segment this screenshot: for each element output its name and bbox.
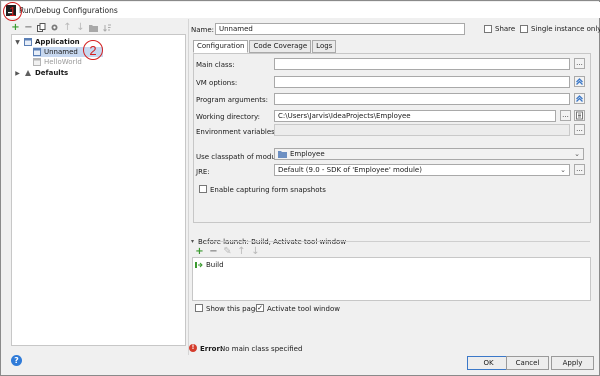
jre-select[interactable]: Default (9.0 - SDK of 'Employee' module)… [274,164,570,176]
build-icon [195,262,203,268]
tree-node-defaults[interactable]: ▶ Defaults [14,68,68,78]
share-checkbox[interactable] [484,25,492,33]
application-icon [24,38,32,46]
annotation-marker-1: 1 [3,2,22,21]
apply-button[interactable]: Apply [551,356,594,370]
before-launch-list[interactable]: Build [192,257,591,301]
configurations-tree[interactable]: ▼ Application Unnamed HelloWorld ▶ Defau… [11,34,186,346]
chevron-down-icon[interactable]: ⌄ [560,166,566,175]
settings-icon[interactable] [49,22,60,33]
chevron-down-icon[interactable]: ▼ [14,39,21,46]
configuration-icon [33,58,41,66]
working-directory-label: Working directory: [196,113,260,121]
tree-label-defaults: Defaults [35,69,69,77]
name-label: Name: [191,26,215,34]
main-class-browse-button[interactable]: ... [574,58,585,69]
classpath-module-label: Use classpath of module: [196,153,285,161]
main-class-label: Main class: [196,61,235,69]
classpath-module-select[interactable]: Employee ⌄ [274,148,584,160]
jre-label: JRE: [196,168,210,176]
working-directory-field[interactable]: C:\Users\Jarvis\IdeaProjects\Employee [274,110,556,122]
jre-browse-button[interactable]: ... [574,164,585,175]
show-page-label: Show this page [206,305,260,313]
tab-code-coverage[interactable]: Code Coverage [249,40,312,53]
move-up-icon[interactable]: ↑ [236,247,247,258]
before-launch-item-build[interactable]: Build [195,260,224,270]
copy-icon[interactable] [36,22,47,33]
main-class-field[interactable] [274,58,570,70]
environment-variables-label: Environment variables: [196,128,278,136]
error-icon: ! [189,344,197,352]
insert-macro-icon[interactable] [574,110,585,121]
environment-variables-browse-button[interactable]: ... [574,124,585,135]
chevron-down-icon[interactable]: ⌄ [574,150,580,159]
expand-field-icon[interactable] [574,76,585,87]
tree-label-helloworld: HelloWorld [44,58,82,66]
configurations-toolbar: + − ↑ ↓ [10,21,112,34]
remove-icon[interactable]: − [208,247,219,258]
configuration-icon [33,48,41,56]
move-up-icon[interactable]: ↑ [62,22,73,33]
section-separator [204,241,590,242]
tree-label-unnamed: Unnamed [44,48,78,56]
program-arguments-field[interactable] [274,93,570,105]
tab-strip: Configuration Code Coverage Logs [193,40,337,53]
working-directory-browse-button[interactable]: ... [560,110,571,121]
vm-options-label: VM options: [196,79,238,87]
move-down-icon[interactable]: ↓ [250,247,261,258]
expand-field-icon[interactable] [574,93,585,104]
single-instance-checkbox[interactable] [520,25,528,33]
error-message: No main class specified [220,345,303,353]
run-debug-configurations-dialog: Run/Debug Configurations 1 + − ↑ ↓ ▼ App… [0,0,600,376]
enable-snapshots-label: Enable capturing form snapshots [210,186,326,194]
chevron-right-icon[interactable]: ▶ [14,70,21,77]
jre-value: Default (9.0 - SDK of 'Employee' module) [278,165,422,174]
show-page-checkbox[interactable] [195,304,203,312]
enable-snapshots-checkbox[interactable] [199,185,207,193]
before-launch-header: Before launch: Build, Activate tool wind… [198,238,347,246]
module-folder-icon [278,151,287,158]
move-down-icon[interactable]: ↓ [75,22,86,33]
remove-icon[interactable]: − [23,22,34,33]
single-instance-label: Single instance only [531,25,600,33]
annotation-marker-2: 2 [83,40,103,60]
panel-divider[interactable] [188,19,189,355]
title-bar: Run/Debug Configurations [2,2,600,18]
ok-button[interactable]: OK [467,356,510,370]
environment-variables-field[interactable] [274,124,570,136]
tab-logs[interactable]: Logs [312,40,337,53]
tree-label-application: Application [35,38,80,46]
activate-tool-window-checkbox[interactable]: ✓ [256,304,264,312]
name-field[interactable]: Unnamed [215,23,465,35]
add-icon[interactable]: + [10,22,21,33]
tab-configuration[interactable]: Configuration [193,40,249,53]
cancel-button[interactable]: Cancel [506,356,549,370]
tree-node-application[interactable]: ▼ Application [14,37,80,47]
folder-icon[interactable] [88,22,99,33]
tree-node-helloworld[interactable]: HelloWorld [33,57,82,67]
classpath-module-value: Employee [290,149,325,158]
share-label: Share [495,25,516,33]
activate-tool-window-label: Activate tool window [267,305,340,313]
help-icon[interactable]: ? [11,355,22,366]
program-arguments-label: Program arguments: [196,96,268,104]
before-launch-item-label: Build [206,261,224,269]
before-launch-toolbar: + − ✎ ↑ ↓ [194,247,261,257]
window-title: Run/Debug Configurations [19,6,118,15]
edit-icon[interactable]: ✎ [222,247,233,258]
add-icon[interactable]: + [194,247,205,258]
vm-options-field[interactable] [274,76,570,88]
before-launch-toggle-icon[interactable]: ▾ [191,238,194,245]
sort-icon[interactable] [101,22,112,33]
defaults-icon [25,70,31,76]
